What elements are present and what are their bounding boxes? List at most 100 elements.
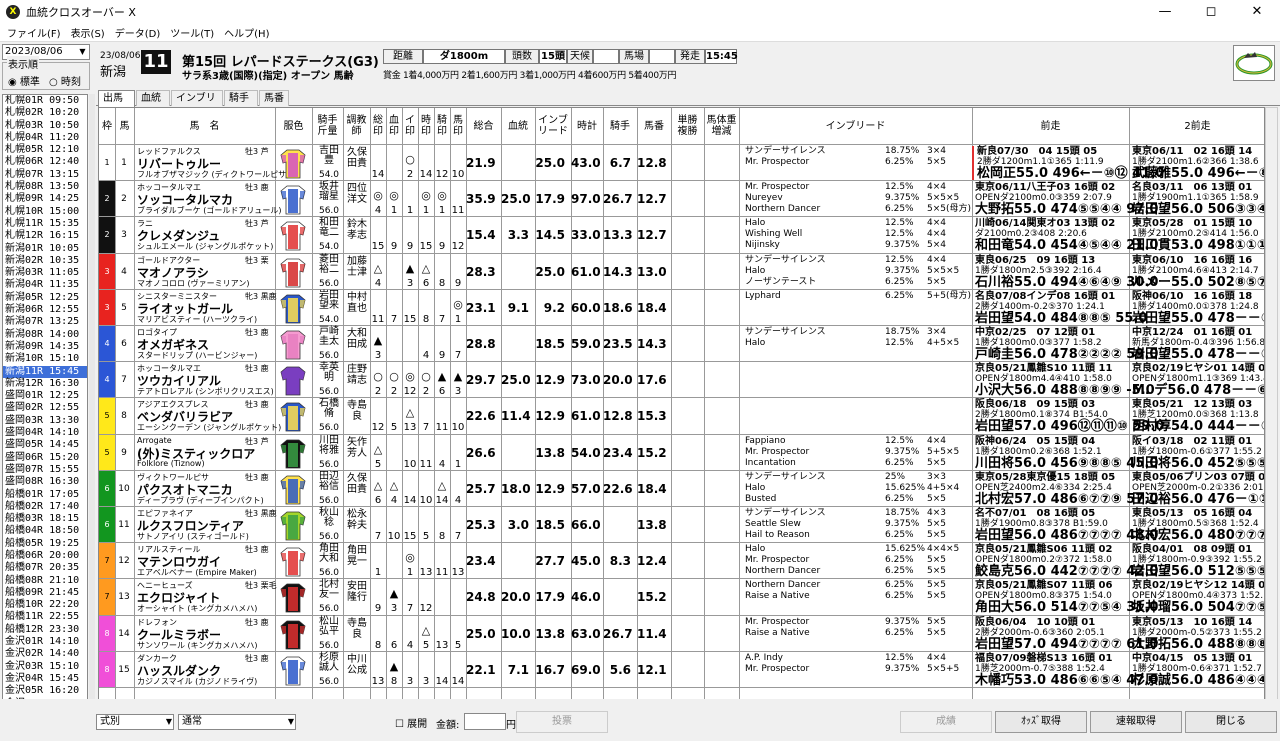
mark-symbol[interactable]: ○ (402, 153, 418, 166)
race-list-item[interactable]: 札幌06R 12:40 (3, 156, 87, 168)
column-header[interactable]: インブリード (739, 108, 972, 144)
race-list-item[interactable]: 札幌10R 15:00 (3, 206, 87, 218)
race-list-item[interactable]: 盛岡03R 13:30 (3, 415, 87, 427)
mark-symbol[interactable]: △ (418, 262, 434, 275)
previous-race-p2[interactable]: 阪イ03/18 02 11頭 01 1勝ダ1800m-0.6①377 1:55.2… (1129, 436, 1264, 470)
jockey-name[interactable]: 岩田 望来 (318, 290, 340, 311)
previous-race-p1[interactable]: 阪良06/18 09 15頭 03 2勝ダ1800m0.1⑧374 B1:54.0… (972, 399, 1164, 433)
race-list-scrollbar[interactable] (89, 94, 95, 738)
race-list-item[interactable]: 盛岡06R 15:20 (3, 452, 87, 464)
race-list-item[interactable]: 新潟07R 13:25 (3, 316, 87, 328)
mark-symbol[interactable]: ▲ (386, 660, 402, 673)
column-header[interactable]: 前走 (972, 108, 1129, 144)
previous-race-p1[interactable]: 名不07/01 08 16頭 05 1勝ダ1900m0.8③378 B1:59.0… (972, 508, 1158, 542)
previous-race-p2[interactable]: 中京12/24 01 16頭 01 新馬ダ1800m-0.4③396 1:56.8… (1129, 327, 1264, 361)
previous-race-p1[interactable]: 東京06/11八王子03 16頭 02 OPENダ2100m0.0③359 2:0… (972, 182, 1158, 216)
column-header[interactable]: 2前走 (1129, 108, 1264, 144)
race-list-item[interactable]: 新潟10R 15:10 (3, 353, 87, 365)
table-row[interactable]: 8 15 ダンカーク ハッスルダンク カジノスマイル (カジノドライヴ) 牡3 鹿杉原 誠… (99, 651, 1264, 688)
column-header[interactable]: 騎 印 (434, 108, 450, 144)
mark-symbol[interactable]: ▲ (434, 370, 450, 383)
mark-symbol[interactable]: ◎ (386, 189, 402, 202)
mark-symbol[interactable]: △ (402, 406, 418, 419)
table-row[interactable]: 1 1 レッドファルクス リバートゥルー フルオブザマジック (ディクトワールピサ) 牡3… (99, 145, 1264, 181)
vote-button[interactable]: 投票 (516, 711, 608, 733)
jockey-name[interactable]: 北村 友一 (318, 580, 340, 600)
jockey-name[interactable]: 石橋 脩 (318, 399, 340, 419)
race-list-item[interactable]: 船橋01R 17:05 (3, 489, 87, 501)
previous-race-p1[interactable]: 京良05/21鳳雛S10 11頭 11 OPENダ1800m4.4④410 1:5… (972, 363, 1155, 397)
race-list-item[interactable]: 船橋09R 21:45 (3, 587, 87, 599)
race-list-item[interactable]: 盛岡07R 15:55 (3, 464, 87, 476)
previous-race-p1[interactable]: 川崎06/14関東オ03 13頭 02 ダ2100m0.2③408 2:20.6 和… (972, 218, 1158, 252)
amount-input[interactable] (464, 713, 506, 730)
column-header[interactable]: 馬体重 増減 (704, 108, 739, 144)
jockey-name[interactable]: 秋山 稔 (318, 508, 340, 528)
jockey-name[interactable]: 田辺 裕信 (318, 471, 340, 492)
race-list-item[interactable]: 盛岡05R 14:45 (3, 439, 87, 451)
previous-race-p2[interactable]: 京良02/19ヒヤシ12 14頭 03 OPENダ1800m0.4④373 1:5… (1129, 580, 1264, 614)
mark-symbol[interactable]: ◎ (450, 298, 466, 311)
race-list-item[interactable]: 船橋05R 19:25 (3, 538, 87, 550)
mark-symbol[interactable]: ◎ (434, 189, 450, 202)
previous-race-p1[interactable]: 京良05/21鳳雛S07 11頭 06 OPENダ1800m0.8③375 1:5… (972, 580, 1158, 614)
race-list-item[interactable]: 新潟12R 16:30 (3, 378, 87, 390)
race-list-item[interactable]: 新潟03R 11:05 (3, 267, 87, 279)
previous-race-p2[interactable]: 阪神06/10 16 16頭 18 1勝ダ1400m0.0①378 1:24.8 岩… (1129, 291, 1264, 325)
menu-item[interactable]: ツール(T) (170, 25, 214, 40)
race-list-item[interactable]: 船橋02R 17:40 (3, 501, 87, 513)
column-header[interactable]: インブ リード (535, 108, 571, 144)
race-card-table[interactable]: 枠馬馬 名服色 騎手 斤量 調教 師総 印血 印イ 印時 印騎 印馬 印総合 血統 イン… (98, 107, 1265, 727)
mark-symbol[interactable]: △ (370, 443, 386, 456)
race-list-item[interactable]: 金沢01R 14:10 (3, 636, 87, 648)
race-list-item[interactable]: 札幌12R 16:15 (3, 230, 87, 242)
column-header[interactable]: 血統 (501, 108, 535, 144)
chevron-down-icon[interactable]: ▼ (76, 45, 89, 59)
previous-race-p2[interactable]: 東良05/21 12 13頭 03 1勝芝1200m0.0⑤368 1:13.8 西… (1129, 399, 1264, 433)
menu-item[interactable]: ファイル(F) (7, 25, 61, 40)
race-list-item[interactable]: 新潟05R 12:25 (3, 292, 87, 304)
previous-race-p2[interactable]: 東良05/13 05 16頭 04 1勝ダ1800m0.5⑤368 1:52.4 北… (1129, 508, 1264, 542)
previous-race-p2[interactable]: 京良02/19ヒヤシ01 14頭 08 OPENダ1800m1.1③369 1:4… (1129, 363, 1264, 397)
column-header[interactable]: イ 印 (402, 108, 418, 144)
column-header[interactable]: 馬 印 (450, 108, 466, 144)
race-list-item[interactable]: 金沢05R 16:20 (3, 685, 87, 697)
mark-symbol[interactable]: ▲ (450, 370, 466, 383)
previous-race-p2[interactable]: 東京05/13 10 16頭 14 1勝ダ2000m-0.5②373 1:55.2… (1129, 617, 1264, 651)
previous-race-p2[interactable]: 阪良04/01 08 09頭 01 1勝ダ1800m-0.9③392 1:55.2… (1129, 544, 1264, 578)
table-row[interactable]: 8 14 ドレフォン クールミラボー サンソワール (キングカメハメハ) 牡3 鹿松山 弘… (99, 615, 1264, 652)
close-icon[interactable]: ✕ (1234, 0, 1280, 24)
jockey-name[interactable]: 松山 弘平 (318, 616, 340, 637)
race-list-item[interactable]: 盛岡01R 12:25 (3, 390, 87, 402)
jockey-name[interactable]: 坂井 瑠星 (318, 182, 340, 202)
column-header[interactable]: 総合 (466, 108, 501, 144)
column-header[interactable]: 時 印 (418, 108, 434, 144)
minimize-icon[interactable]: — (1142, 0, 1188, 24)
mark-symbol[interactable]: ○ (386, 370, 402, 383)
jockey-name[interactable]: 吉田 豊 (318, 146, 340, 166)
jockey-name[interactable]: 和田 竜二 (318, 218, 340, 238)
results-button[interactable]: 成績 (900, 711, 992, 733)
column-header[interactable]: 枠 (99, 108, 115, 144)
mark-symbol[interactable]: ○ (370, 370, 386, 383)
race-list-item[interactable]: 札幌04R 11:20 (3, 132, 87, 144)
race-list-item[interactable]: 新潟06R 12:55 (3, 304, 87, 316)
column-header[interactable]: 服色 (275, 108, 312, 144)
column-header[interactable]: 騎手 (603, 108, 637, 144)
jockey-name[interactable]: 幸英 明 (318, 363, 340, 383)
race-list-item[interactable]: 船橋04R 18:50 (3, 525, 87, 537)
column-header[interactable]: 血 印 (386, 108, 402, 144)
column-header[interactable]: 単勝 複勝 (671, 108, 704, 144)
race-list-item[interactable]: 船橋03R 18:15 (3, 513, 87, 525)
race-list-item[interactable]: 船橋11R 22:55 (3, 611, 87, 623)
race-list-item[interactable]: 札幌05R 12:10 (3, 144, 87, 156)
race-list-item[interactable]: 札幌09R 14:25 (3, 193, 87, 205)
mark-symbol[interactable]: △ (370, 262, 386, 275)
column-header[interactable]: 調教 師 (343, 108, 370, 144)
odds-button[interactable]: ｵｯｽﾞ取得 (995, 711, 1087, 733)
race-list-item[interactable]: 船橋12R 23:30 (3, 624, 87, 636)
previous-race-p1[interactable]: 阪良06/04 10 10頭 01 2勝ダ2000m-0.6③360 2:05.1… (972, 617, 1158, 651)
race-list-item[interactable]: 船橋07R 20:35 (3, 562, 87, 574)
jockey-name[interactable]: 川田 将雅 (318, 435, 340, 456)
column-header[interactable]: 時計 (571, 108, 603, 144)
